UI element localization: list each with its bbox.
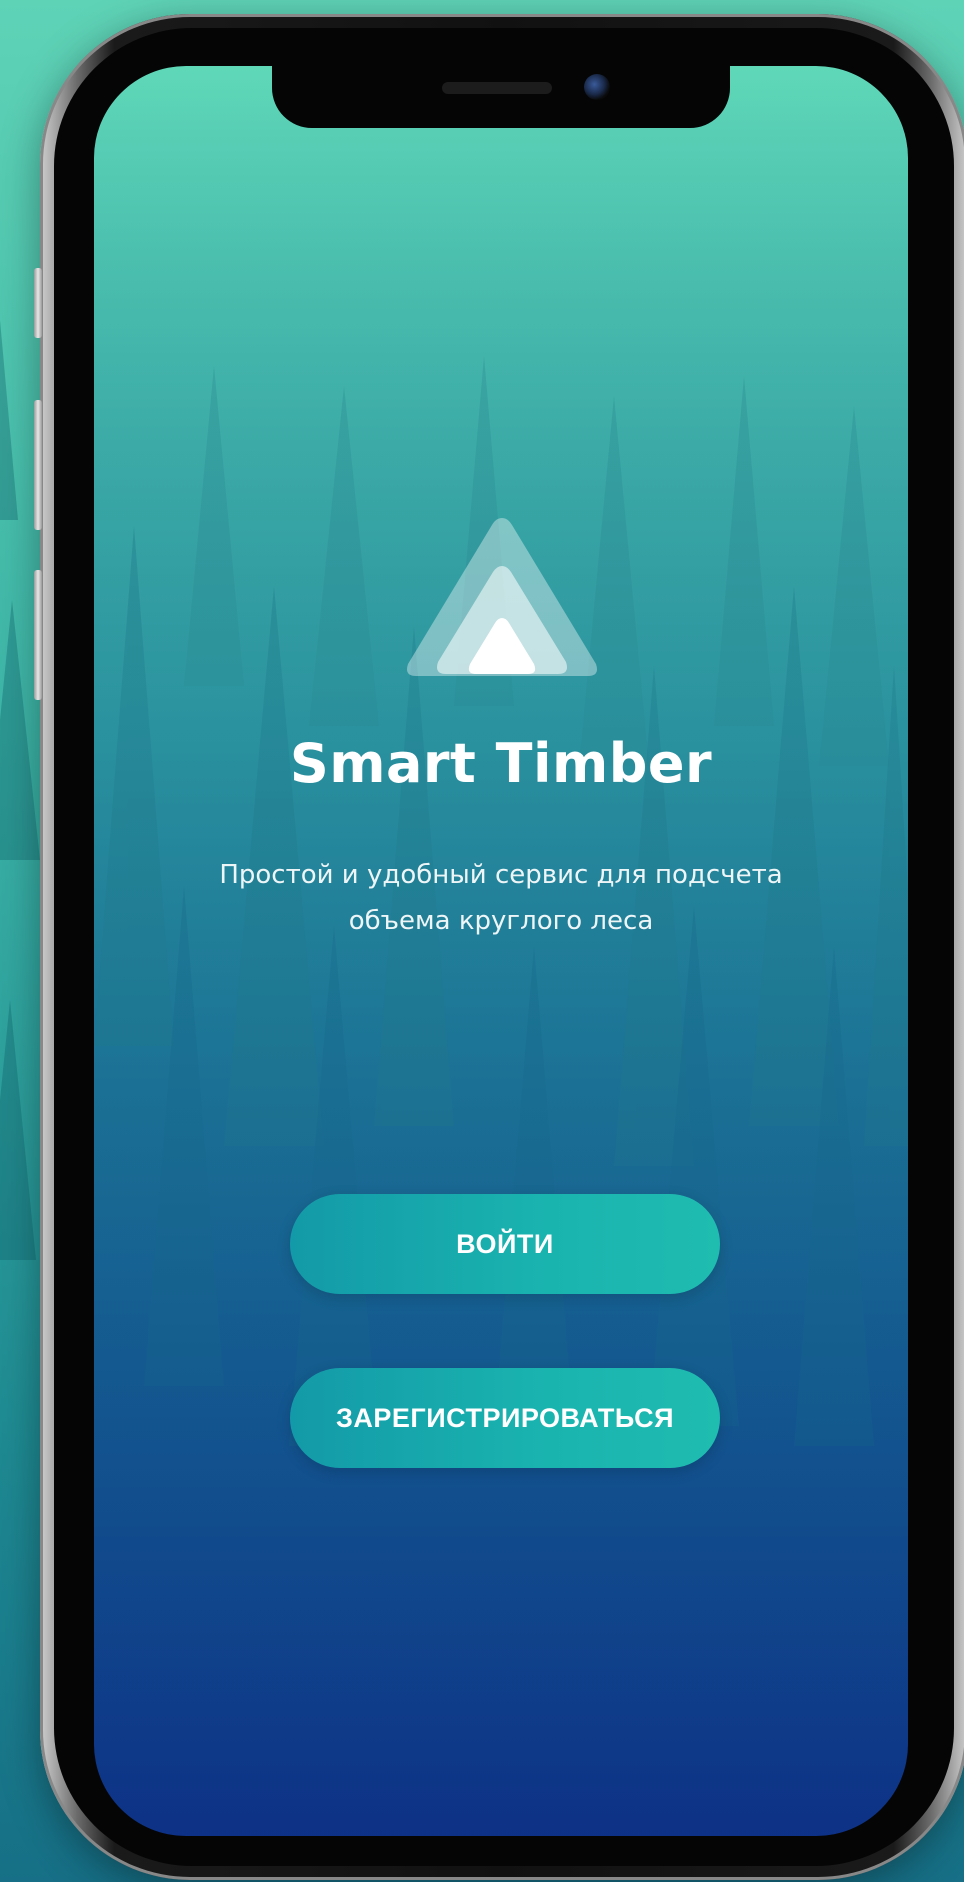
app-screen: Smart Timber Простой и удобный сервис дл… <box>94 66 908 1836</box>
login-button[interactable]: ВОЙТИ <box>290 1194 720 1294</box>
mute-switch <box>34 268 42 338</box>
front-camera-icon <box>584 74 610 100</box>
volume-down-button <box>34 570 42 700</box>
register-button[interactable]: ЗАРЕГИСТРИРОВАТЬСЯ <box>290 1368 720 1468</box>
app-title: Smart Timber <box>289 732 713 795</box>
app-description: Простой и удобный сервис для подсчета об… <box>154 852 848 944</box>
forest-background-image <box>94 66 908 1836</box>
login-button-label: ВОЙТИ <box>456 1228 554 1259</box>
volume-up-button <box>34 400 42 530</box>
triangle-logo-icon <box>407 518 597 676</box>
app-description-line-2: объема круглого леса <box>348 906 654 936</box>
earpiece-speaker <box>442 82 552 94</box>
app-description-line-1: Простой и удобный сервис для подсчета <box>219 860 783 890</box>
register-button-label: ЗАРЕГИСТРИРОВАТЬСЯ <box>336 1402 674 1433</box>
notch <box>272 66 730 128</box>
